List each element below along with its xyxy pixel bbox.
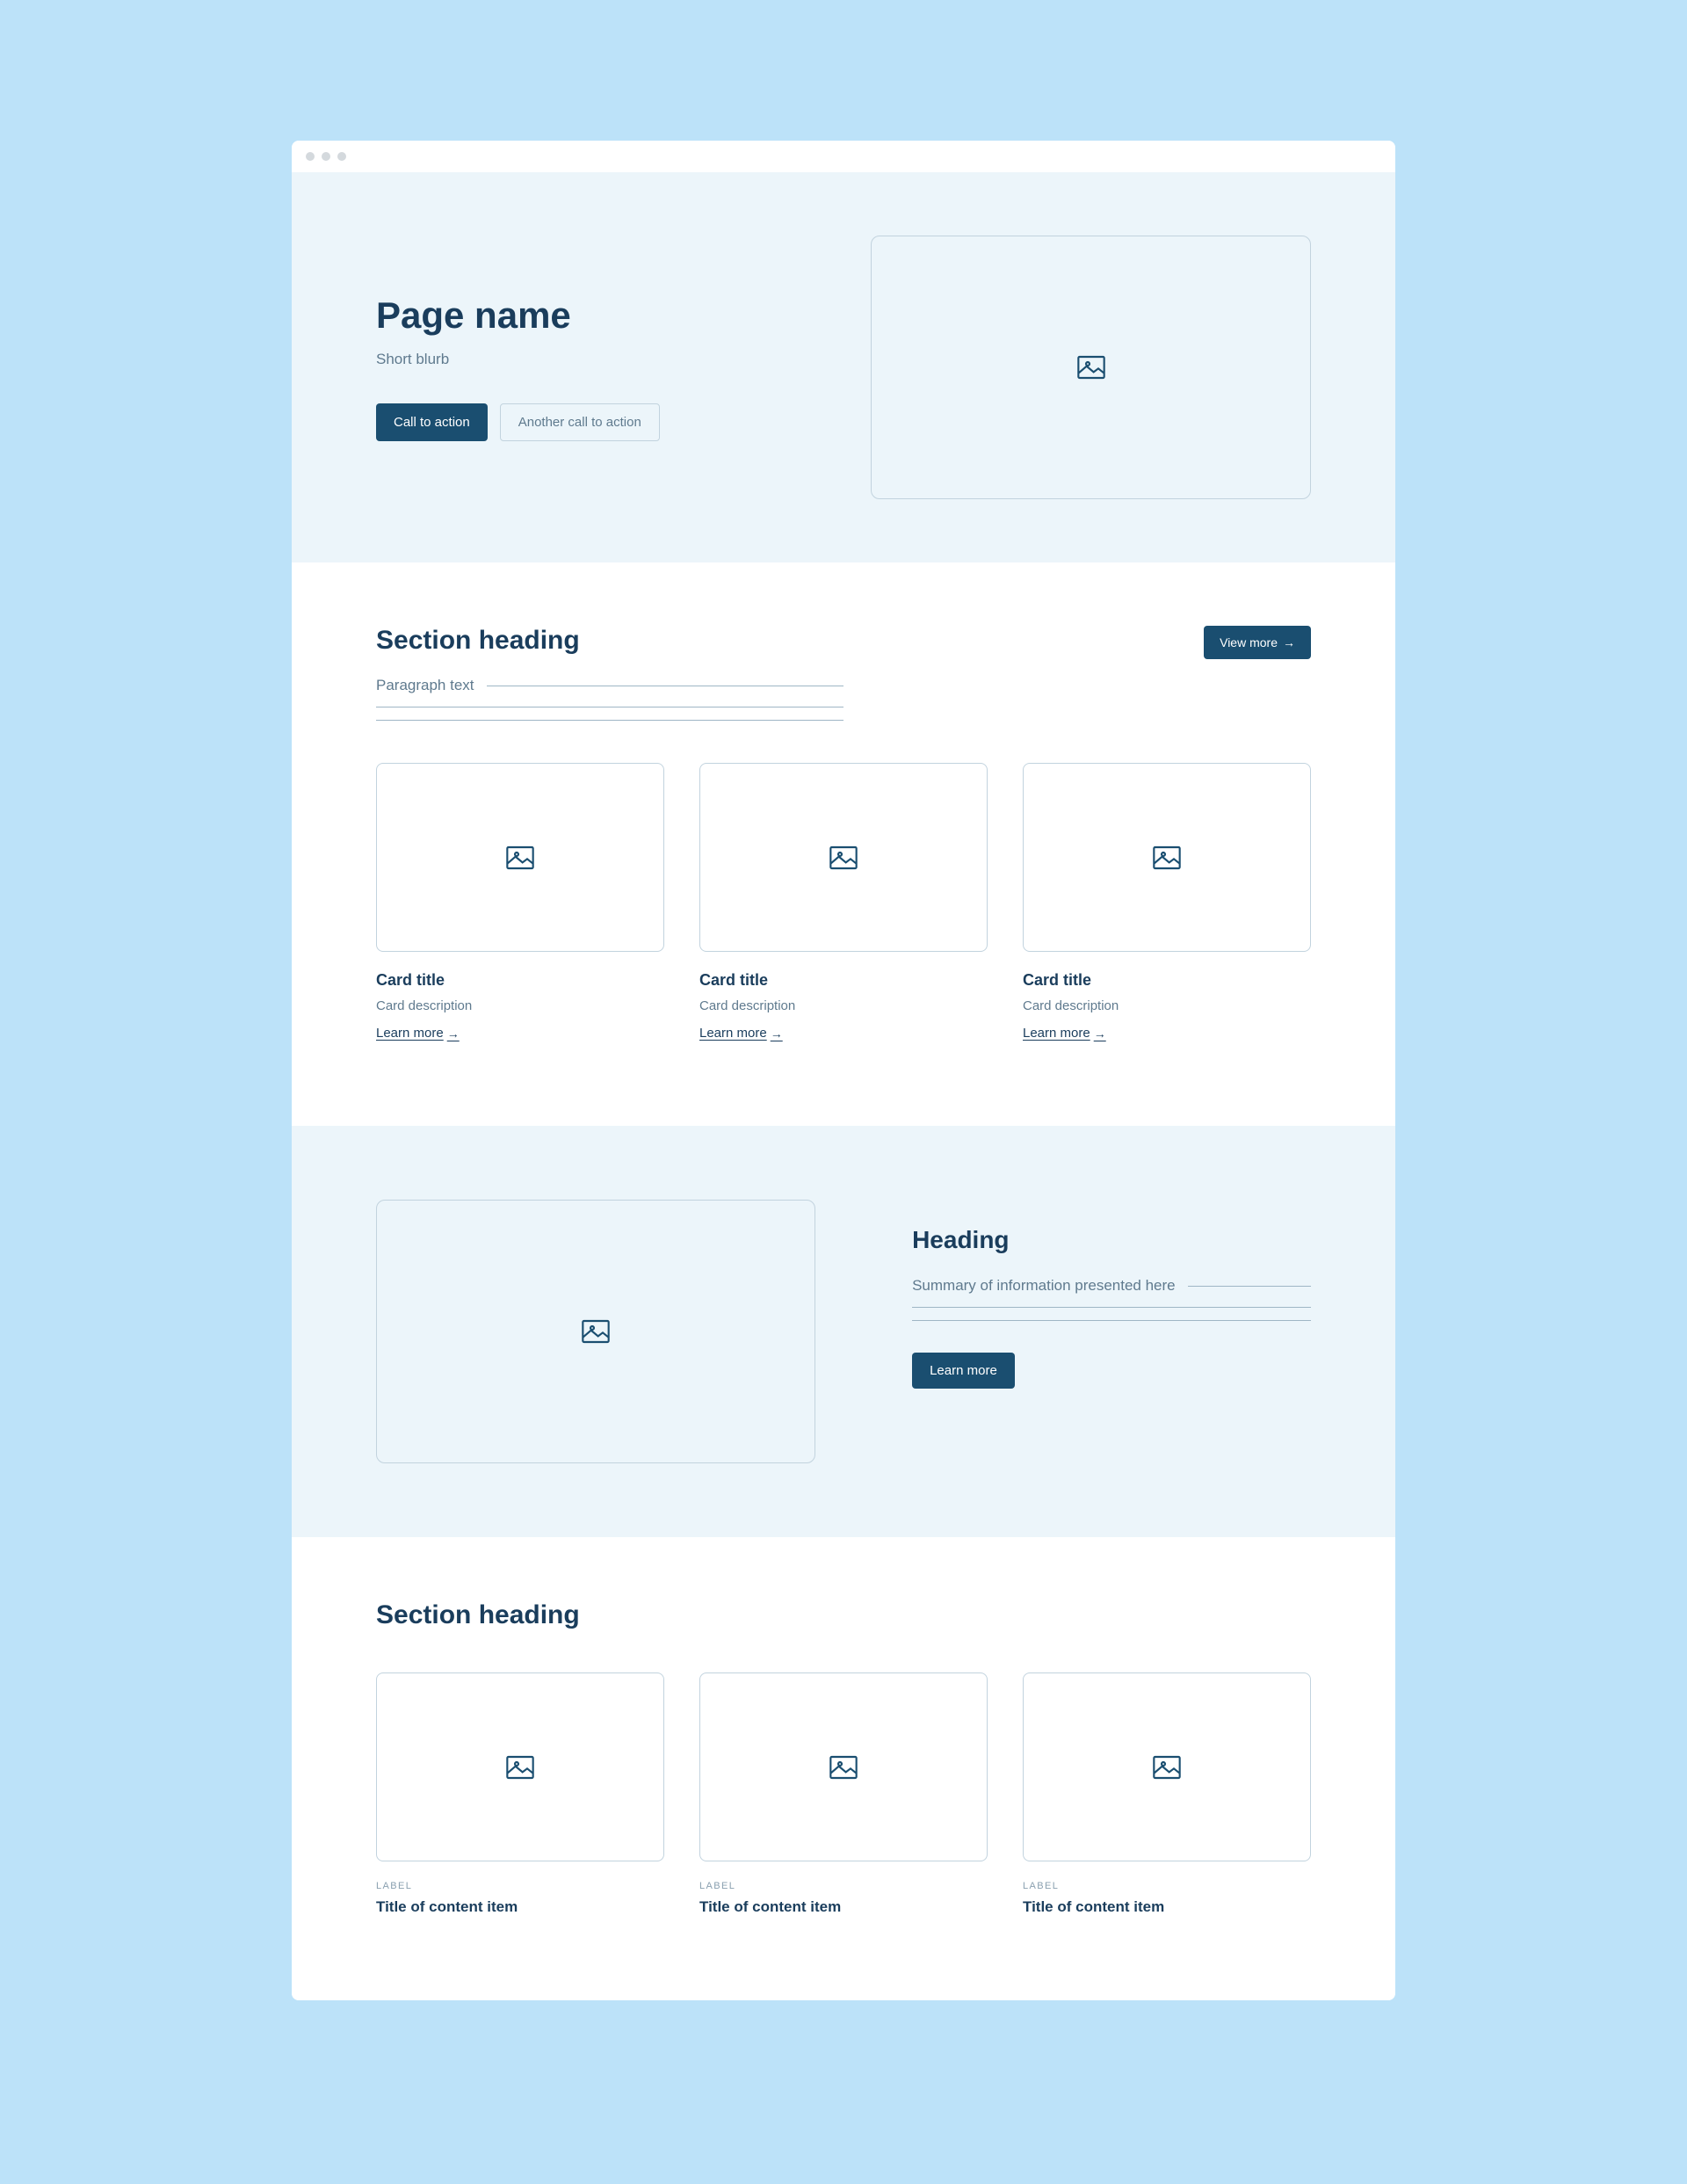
content-image-placeholder [376,1672,664,1861]
page-title: Page name [376,294,815,337]
card-title: Card title [1023,971,1311,990]
learn-more-button[interactable]: Learn more [912,1353,1015,1389]
section-heading: Section heading [376,626,580,656]
content-label: LABEL [699,1881,988,1891]
card-image-placeholder [699,763,988,952]
content-label: LABEL [376,1881,664,1891]
text-line [912,1320,1311,1321]
content-image-placeholder [1023,1672,1311,1861]
window-dot [337,152,346,161]
card-title: Card title [376,971,664,990]
arrow-right-icon: → [1094,1027,1106,1041]
image-icon [1077,355,1105,380]
feature-summary: Summary of information presented here [912,1277,1176,1295]
view-more-label: View more [1220,635,1278,649]
image-icon [506,845,534,870]
arrow-right-icon: → [447,1027,460,1041]
image-icon [582,1319,610,1344]
card-image-placeholder [1023,763,1311,952]
image-icon [829,845,858,870]
arrow-right-icon: → [771,1027,783,1041]
text-line [376,720,844,721]
learn-more-link[interactable]: Learn more → [699,1026,783,1041]
learn-more-link[interactable]: Learn more → [376,1026,460,1041]
card-title: Card title [699,971,988,990]
learn-more-label: Learn more [1023,1026,1090,1041]
learn-more-link[interactable]: Learn more → [1023,1026,1106,1041]
card: Card title Card description Learn more → [699,763,988,1041]
arrow-right-icon: → [1283,635,1295,649]
hero-cta-row: Call to action Another call to action [376,403,815,441]
image-icon [829,1755,858,1780]
browser-chrome [292,141,1395,172]
browser-window: Page name Short blurb Call to action Ano… [292,141,1395,2000]
image-icon [1153,845,1181,870]
content-image-placeholder [699,1672,988,1861]
card-image-placeholder [376,763,664,952]
card-description: Card description [376,998,664,1013]
feature-heading: Heading [912,1226,1311,1254]
window-dot [306,152,315,161]
card-description: Card description [699,998,988,1013]
learn-more-label: Learn more [376,1026,444,1041]
content-item: LABEL Title of content item [1023,1672,1311,1916]
feature-image-placeholder [376,1200,815,1463]
card: Card title Card description Learn more → [1023,763,1311,1041]
cta-primary-button[interactable]: Call to action [376,403,488,441]
hero-section: Page name Short blurb Call to action Ano… [292,172,1395,562]
text-line [912,1307,1311,1308]
content-section: Section heading LABEL Title of content i… [292,1537,1395,2000]
cta-secondary-button[interactable]: Another call to action [500,403,660,441]
hero-text-block: Page name Short blurb Call to action Ano… [376,294,815,441]
image-icon [1153,1755,1181,1780]
card-description: Card description [1023,998,1311,1013]
content-title: Title of content item [1023,1898,1311,1916]
view-more-button[interactable]: View more → [1204,626,1311,659]
card: Card title Card description Learn more → [376,763,664,1041]
content-title: Title of content item [376,1898,664,1916]
content-label: LABEL [1023,1881,1311,1891]
feature-section: Heading Summary of information presented… [292,1126,1395,1537]
page-blurb: Short blurb [376,351,815,368]
cards-section: Section heading View more → Paragraph te… [292,562,1395,1126]
feature-text-block: Heading Summary of information presented… [912,1200,1311,1389]
window-dot [322,152,330,161]
learn-more-label: Learn more [699,1026,767,1041]
content-title: Title of content item [699,1898,988,1916]
section-header: Section heading View more → [376,626,1311,659]
content-item: LABEL Title of content item [376,1672,664,1916]
content-row: LABEL Title of content item LABEL Title … [376,1672,1311,1916]
text-line [1188,1286,1311,1287]
card-row: Card title Card description Learn more →… [376,763,1311,1041]
feature-summary-lines: Summary of information presented here [912,1277,1311,1321]
hero-image-placeholder [871,236,1311,499]
paragraph-placeholder: Paragraph text [376,677,844,721]
paragraph-text: Paragraph text [376,677,474,694]
content-item: LABEL Title of content item [699,1672,988,1916]
section-heading: Section heading [376,1600,1311,1630]
image-icon [506,1755,534,1780]
